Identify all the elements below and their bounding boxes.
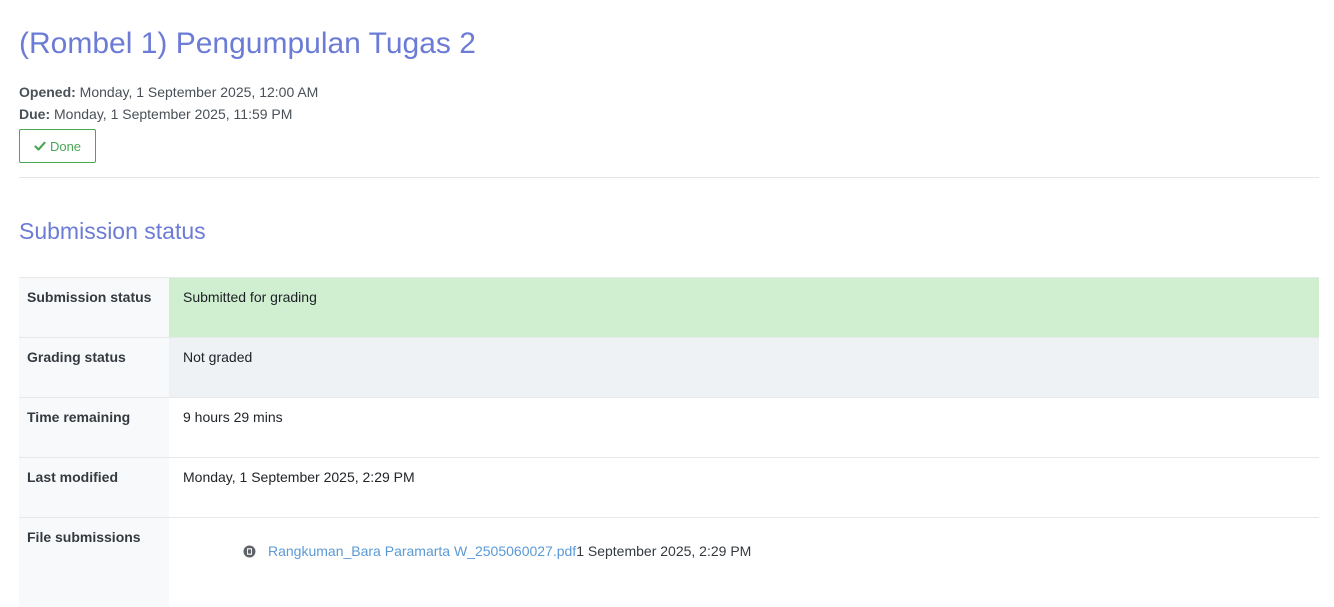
table-row-file-submissions: File submissions Rangkuman_Bara Paramart… [19,517,1319,607]
table-row-grading-status: Grading status Not graded [19,337,1319,398]
submission-status-table: Submission status Submitted for grading … [19,277,1319,607]
row-value-last-modified: Monday, 1 September 2025, 2:29 PM [169,457,1319,518]
row-value-time-remaining: 9 hours 29 mins [169,397,1319,458]
page-title: (Rombel 1) Pengumpulan Tugas 2 [19,27,476,60]
row-label: Time remaining [19,397,169,458]
assignment-dates: Opened: Monday, 1 September 2025, 12:00 … [19,81,318,125]
row-label: Grading status [19,337,169,398]
opened-value: Monday, 1 September 2025, 12:00 AM [79,84,319,100]
table-row-submission-status: Submission status Submitted for grading [19,277,1319,338]
done-button[interactable]: Done [19,129,96,163]
file-date: 1 September 2025, 2:29 PM [576,543,752,559]
file-link[interactable]: Rangkuman_Bara Paramarta W_2505060027.pd… [268,543,576,559]
row-value-submission-status: Submitted for grading [169,277,1319,338]
check-icon [34,141,46,151]
file-submissions-cell: Rangkuman_Bara Paramarta W_2505060027.pd… [169,517,1319,607]
row-label: File submissions [19,517,169,607]
due-label: Due: [19,106,51,122]
row-label: Last modified [19,457,169,518]
file-icon [243,545,256,557]
table-row-time-remaining: Time remaining 9 hours 29 mins [19,397,1319,458]
due-date-line: Due: Monday, 1 September 2025, 11:59 PM [19,103,318,125]
due-value: Monday, 1 September 2025, 11:59 PM [54,106,293,122]
divider [19,177,1319,178]
opened-date-line: Opened: Monday, 1 September 2025, 12:00 … [19,81,318,103]
file-entry: Rangkuman_Bara Paramarta W_2505060027.pd… [183,543,1305,559]
done-button-label: Done [49,138,82,154]
row-value-grading-status: Not graded [169,337,1319,398]
row-label: Submission status [19,277,169,338]
assignment-page: (Rombel 1) Pengumpulan Tugas 2 Opened: M… [0,0,1334,607]
opened-label: Opened: [19,84,76,100]
table-row-last-modified: Last modified Monday, 1 September 2025, … [19,457,1319,518]
section-title: Submission status [19,218,206,244]
